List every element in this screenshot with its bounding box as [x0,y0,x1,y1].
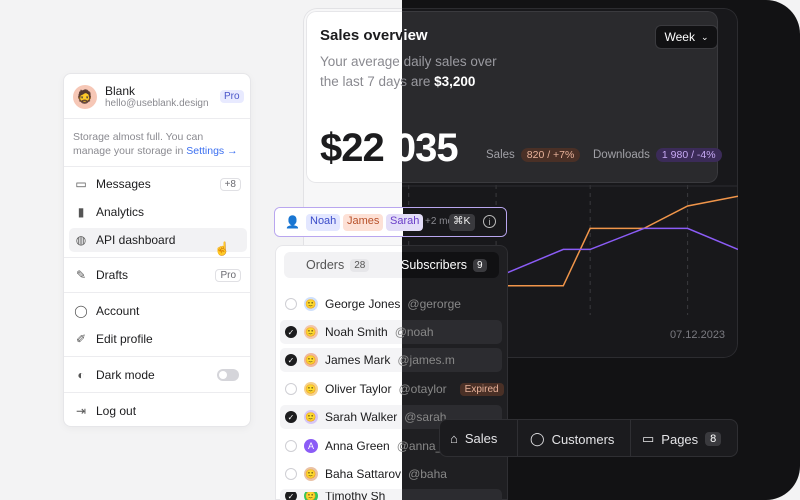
list-item[interactable]: ✓ 🙂 Timothy Sh [285,492,385,500]
list-item[interactable]: ✓ 🙂 James Mark @james.m [285,351,455,369]
period-select[interactable]: Week ⌄ [655,25,718,49]
divider [64,292,250,293]
info-icon[interactable]: i [483,215,496,228]
pencil-icon: ✐ [75,332,87,346]
nav-customers[interactable]: ◯ Customers [530,431,614,447]
divider [64,166,250,167]
bar-chart-icon: ▮ [77,205,85,219]
list-item[interactable]: ✓ 🙂 Noah Smith @noah [285,323,434,341]
nav-pages[interactable]: ▭ Pages 8 [642,431,722,447]
divider [630,420,631,456]
storage-notice: Storage almost full. You can manage your… [73,131,238,157]
menu-item-analytics[interactable]: ▮ Analytics [69,200,247,224]
pointer-cursor-icon: ☝ [214,241,231,256]
users-panel [275,245,508,500]
checkbox[interactable]: ✓ [285,492,297,500]
user-icon: ◯ [74,304,88,318]
avatar: 🙂 [304,492,318,500]
checkbox[interactable]: ✓ [285,354,297,366]
avatar: 🙂 [304,467,318,481]
tab-orders[interactable]: Orders 28 [306,258,370,272]
checkbox[interactable] [285,383,297,395]
avatar: 🙂 [304,325,318,339]
avatar: 🧔 [73,84,97,109]
sales-title: Sales overview [320,27,428,44]
avatar: 🙂 [304,382,318,396]
user-icon: 👤 [285,215,300,229]
kpi-sales: Sales 820 / +7% [486,148,581,162]
menu-item-account[interactable]: ◯ Account [69,299,247,323]
list-item[interactable]: 🙂 Baha Sattarov @baha [285,465,447,483]
chip-sarah[interactable]: Sarah [386,214,424,231]
kpi-downloads: Downloads 1 980 / -4% [593,148,722,162]
menu-item-messages[interactable]: ▭ Messages +8 [69,172,247,196]
menu-item-drafts[interactable]: ✎ Drafts Pro [69,263,247,287]
avatar: 🙂 [304,297,318,311]
chip-james[interactable]: James [343,214,384,231]
chip-noah[interactable]: Noah [306,214,341,231]
checkbox[interactable]: ✓ [285,326,297,338]
user-icon: ◯ [530,431,545,446]
list-item[interactable]: A Anna Green @anna_gre [285,437,460,455]
chart-date-label: 07.12.2023 [670,329,726,341]
divider [64,257,250,258]
menu-item-edit-profile[interactable]: ✐ Edit profile [69,327,247,351]
divider [517,420,518,456]
grid-icon: ◍ [75,233,87,247]
status-badge: Expired [459,382,504,396]
avatar: 🙂 [304,410,318,424]
shortcut-badge: ⌘K [449,214,475,231]
dark-mode-toggle[interactable] [217,369,239,381]
divider [64,356,250,357]
list-item[interactable]: 🙂 George Jones @gerorge [285,295,461,313]
divider [64,392,250,393]
feather-icon: ✎ [75,268,87,282]
avatar: A [304,439,318,453]
tab-subscribers[interactable]: Subscribers 9 [401,258,487,272]
message-icon: ▭ [75,177,87,191]
checkbox[interactable] [285,440,297,452]
tag-icon: ⌂ [450,431,458,446]
user-name: Blank [105,84,136,98]
sales-subtitle: Your average daily sales over the last 7… [320,54,497,89]
settings-link[interactable]: Settings → [186,145,237,157]
sales-total: $22 035 [320,126,459,170]
user-email: hello@useblank.design [105,98,209,109]
user-header[interactable]: 🧔 Blank hello@useblank.design [73,84,209,109]
avatar: 🙂 [304,353,318,367]
plan-badge: Pro [220,90,244,103]
contrast-icon: ◐ [77,368,85,382]
checkbox[interactable]: ✓ [285,411,297,423]
chevron-down-icon: ⌄ [700,31,709,42]
logout-icon: ⇥ [75,404,87,418]
nav-sales[interactable]: ⌂ Sales [450,431,497,446]
checkbox[interactable] [285,468,297,480]
list-item[interactable]: ✓ 🙂 Sarah Walker @sarah [285,408,446,426]
list-item[interactable]: 🙂 Oliver Taylor @otaylor Expired [285,380,504,398]
divider [64,118,250,119]
menu-item-log-out[interactable]: ⇥ Log out [69,399,247,423]
menu-item-dark-mode[interactable]: ◐ Dark mode [69,363,247,387]
window-icon: ▭ [642,431,655,446]
checkbox[interactable] [285,298,297,310]
